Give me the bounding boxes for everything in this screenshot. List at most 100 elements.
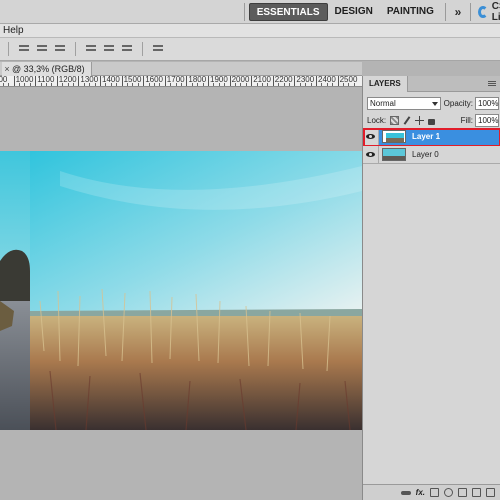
canvas-image bbox=[0, 151, 362, 430]
layers-panel-footer: fx. bbox=[363, 484, 500, 500]
auto-align-icon[interactable] bbox=[151, 43, 165, 55]
align-center-icon[interactable] bbox=[102, 43, 116, 55]
divider bbox=[444, 3, 446, 21]
ruler-minor-tick bbox=[240, 83, 242, 86]
lock-transparency-icon[interactable] bbox=[390, 115, 399, 125]
new-layer-icon[interactable] bbox=[472, 488, 481, 497]
divider bbox=[470, 3, 471, 21]
trash-icon[interactable] bbox=[486, 488, 495, 497]
ruler-minor-tick bbox=[218, 83, 220, 86]
document-tab-bar: × @ 33,3% (RGB/8) bbox=[0, 62, 362, 76]
ruler-minor-tick bbox=[62, 83, 64, 86]
photoshop-window: ESSENTIALS DESIGN PAINTING » CS Live Hel… bbox=[0, 0, 500, 500]
layer-name: Layer 1 bbox=[412, 132, 441, 141]
ruler-minor-tick bbox=[191, 83, 193, 86]
cs-live-button[interactable]: CS Live bbox=[475, 1, 500, 23]
ruler-minor-tick bbox=[83, 83, 85, 86]
fill-label: Fill: bbox=[460, 115, 474, 125]
landscape-photo bbox=[0, 151, 362, 430]
ruler-minor-tick bbox=[159, 83, 161, 86]
eye-icon bbox=[366, 152, 375, 157]
more-workspaces-button[interactable]: » bbox=[450, 5, 467, 19]
fx-icon[interactable]: fx. bbox=[416, 488, 425, 497]
document-tab[interactable]: × @ 33,3% (RGB/8) bbox=[2, 62, 92, 76]
divider bbox=[75, 42, 76, 56]
ruler-minor-tick bbox=[94, 83, 96, 86]
menu-help[interactable]: Help bbox=[3, 25, 24, 36]
lock-label: Lock: bbox=[367, 115, 387, 125]
ruler-minor-tick bbox=[137, 83, 139, 86]
ruler-minor-tick bbox=[105, 83, 107, 86]
workspace-switcher: ESSENTIALS DESIGN PAINTING » CS Live bbox=[240, 1, 500, 23]
align-right-icon[interactable] bbox=[120, 43, 134, 55]
group-folder-icon[interactable] bbox=[458, 488, 467, 497]
lock-all-icon[interactable] bbox=[427, 118, 435, 125]
visibility-toggle[interactable] bbox=[363, 145, 379, 164]
panel-menu-icon[interactable] bbox=[488, 80, 496, 88]
blend-mode-select[interactable]: Normal bbox=[367, 96, 441, 110]
workspace-painting-button[interactable]: PAINTING bbox=[380, 3, 441, 21]
align-left-icon[interactable] bbox=[84, 43, 98, 55]
ruler-minor-tick bbox=[299, 83, 301, 86]
ruler-minor-tick bbox=[321, 83, 323, 86]
ruler-minor-tick bbox=[353, 83, 355, 86]
document-tab-label: @ 33,3% (RGB/8) bbox=[12, 64, 85, 74]
ruler-minor-tick bbox=[89, 83, 91, 86]
ruler-minor-tick bbox=[24, 83, 26, 86]
ruler-minor-tick bbox=[110, 83, 112, 86]
divider bbox=[142, 42, 143, 56]
ruler-minor-tick bbox=[29, 83, 31, 86]
ruler-minor-tick bbox=[170, 83, 172, 86]
eye-icon bbox=[366, 134, 375, 139]
layer-row-layer-1[interactable]: Layer 1 bbox=[363, 127, 500, 147]
ruler-minor-tick bbox=[127, 83, 128, 86]
opacity-input[interactable]: 100% bbox=[475, 96, 499, 110]
ruler-minor-tick bbox=[67, 83, 69, 86]
ruler-minor-tick bbox=[73, 83, 74, 86]
ruler-minor-tick bbox=[332, 83, 334, 86]
lock-fill-row: Lock: Fill: 100% bbox=[367, 113, 500, 127]
chevron-down-icon bbox=[431, 101, 438, 106]
ruler-minor-tick bbox=[51, 83, 53, 86]
canvas-area bbox=[0, 87, 362, 500]
ruler-minor-tick bbox=[181, 83, 182, 86]
tab-layers[interactable]: LAYERS bbox=[363, 76, 408, 92]
layers-panel: LAYERS Normal Opacity: 100% Lock: Fill: … bbox=[362, 76, 500, 500]
ruler-minor-tick bbox=[289, 83, 290, 86]
workspace-essentials-button[interactable]: ESSENTIALS bbox=[248, 3, 328, 21]
workspace-design-button[interactable]: DESIGN bbox=[328, 3, 380, 21]
ruler-minor-tick bbox=[305, 83, 307, 86]
layer-thumbnail bbox=[382, 148, 406, 161]
layer-row-layer-0[interactable]: Layer 0 bbox=[363, 145, 500, 164]
lock-brush-icon[interactable] bbox=[403, 116, 412, 125]
link-layers-icon[interactable] bbox=[400, 490, 411, 495]
ruler-minor-tick bbox=[148, 83, 150, 86]
ruler-minor-tick bbox=[154, 83, 155, 86]
lock-position-icon[interactable] bbox=[415, 115, 424, 125]
ruler-minor-tick bbox=[278, 83, 280, 86]
align-middle-icon[interactable] bbox=[35, 43, 49, 55]
horizontal-ruler: 9001000110012001300140015001600170018001… bbox=[0, 76, 362, 87]
options-bar bbox=[0, 38, 500, 61]
adjustment-layer-icon[interactable] bbox=[444, 488, 453, 497]
ruler-minor-tick bbox=[235, 83, 236, 86]
cs-live-label: CS Live bbox=[491, 1, 500, 23]
align-top-icon[interactable] bbox=[17, 43, 31, 55]
align-bottom-icon[interactable] bbox=[53, 43, 67, 55]
ruler-minor-tick bbox=[326, 83, 328, 86]
add-mask-icon[interactable] bbox=[430, 488, 439, 497]
layer-name: Layer 0 bbox=[412, 150, 439, 159]
ruler-minor-tick bbox=[245, 83, 247, 86]
blend-opacity-row: Normal Opacity: 100% bbox=[367, 96, 499, 110]
divider bbox=[8, 42, 9, 56]
ruler-minor-tick bbox=[19, 83, 20, 86]
visibility-toggle[interactable] bbox=[363, 127, 379, 146]
ruler-minor-tick bbox=[40, 83, 42, 86]
close-tab-icon[interactable]: × bbox=[2, 62, 12, 76]
ruler-minor-tick bbox=[224, 83, 226, 86]
fill-input[interactable]: 100% bbox=[475, 113, 500, 127]
ruler-minor-tick bbox=[197, 83, 199, 86]
ruler-minor-tick bbox=[213, 83, 215, 86]
ruler-minor-tick bbox=[283, 83, 285, 86]
layer-thumbnail bbox=[382, 130, 406, 143]
